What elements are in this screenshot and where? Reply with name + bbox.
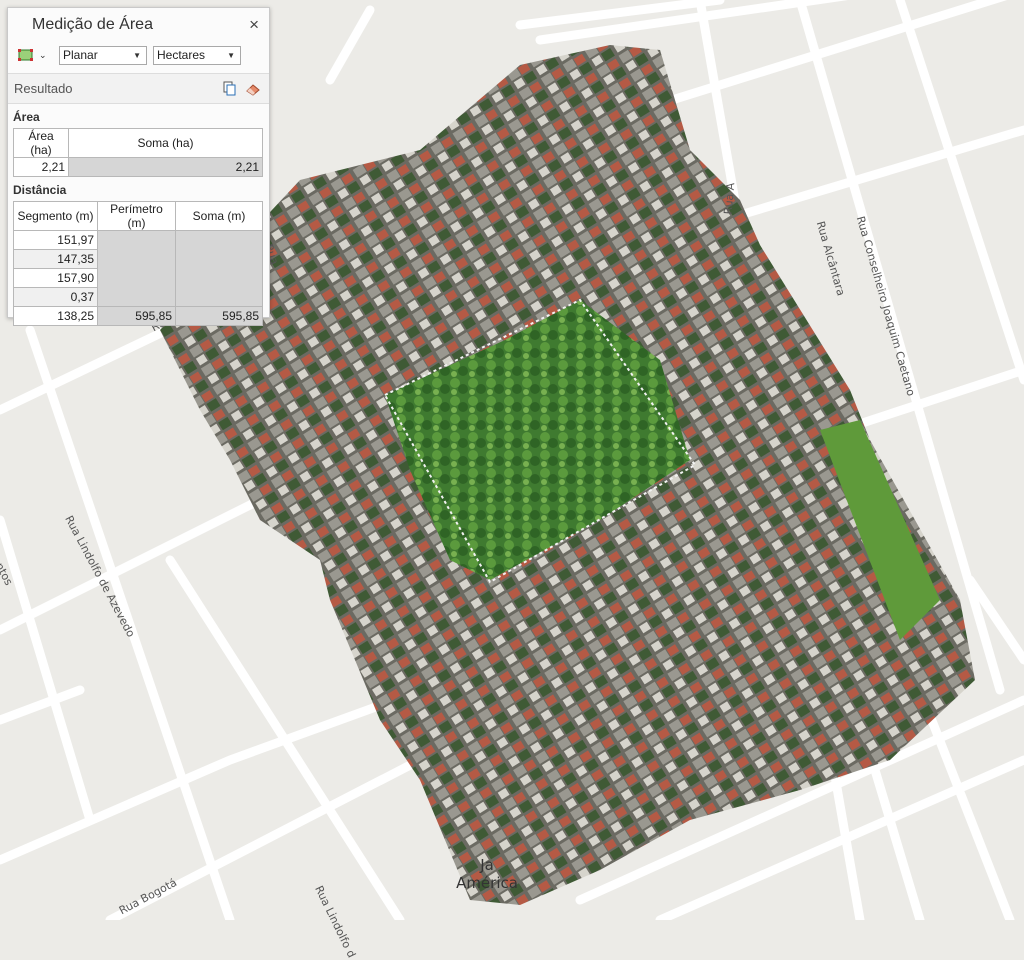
measure-tool-button[interactable]: ⌄ [17,44,53,66]
result-header: Resultado [8,73,269,104]
distance-section-title: Distância [13,183,67,197]
dropdown-arrow-icon: ▼ [133,50,141,60]
measure-area-icon [18,49,33,61]
mode-select-value: Planar [63,48,98,62]
area-section-title: Área [13,110,40,124]
close-icon[interactable]: × [249,16,259,33]
copy-icon[interactable] [223,81,237,97]
segment-value: 0,37 [13,287,98,307]
distance-table: Segmento (m) Perímetro (m) Soma (m) 151,… [13,201,263,326]
area-value: 2,21 [13,157,69,177]
unit-select[interactable]: Hectares ▼ [153,45,241,65]
segment-value: 151,97 [13,230,98,250]
eraser-icon[interactable] [245,82,261,96]
area-header: Área (ha) [13,128,69,158]
segment-value: 147,35 [13,249,98,269]
unit-select-value: Hectares [157,48,206,62]
panel-toolbar: ⌄ Planar ▼ Hectares ▼ [8,41,269,69]
neighborhood-label-line1: Ja [480,856,494,874]
sum-cell [175,230,263,307]
panel-title: Medição de Área [32,15,153,33]
segment-header: Segmento (m) [13,201,98,231]
area-sum-header: Soma (ha) [68,128,263,158]
sum-header: Soma (m) [175,201,263,231]
area-sum-value: 2,21 [68,157,263,177]
perimeter-cell [97,230,176,307]
panel-titlebar: Medição de Área × [8,8,269,41]
neighborhood-label: Ja América [452,856,522,892]
segment-value: 138,25 [13,306,98,326]
result-label: Resultado [14,81,73,96]
area-measurement-panel: Medição de Área × ⌄ Planar ▼ Hectares ▼ … [7,7,270,326]
area-table: Área (ha) Soma (ha) 2,21 2,21 [13,128,263,177]
mode-select[interactable]: Planar ▼ [59,45,147,65]
segment-value: 157,90 [13,268,98,288]
perimeter-header: Perímetro (m) [97,201,176,231]
neighborhood-label-line2: América [456,874,518,892]
street-label-rua-a: Rua A [721,182,738,216]
table-row: 138,25 595,85 595,85 [13,306,263,326]
perimeter-value: 595,85 [97,306,176,326]
table-row: 151,97 [13,230,263,307]
dropdown-arrow-icon: ▼ [227,50,235,60]
sum-value: 595,85 [175,306,263,326]
chevron-down-icon[interactable]: ⌄ [39,50,47,61]
